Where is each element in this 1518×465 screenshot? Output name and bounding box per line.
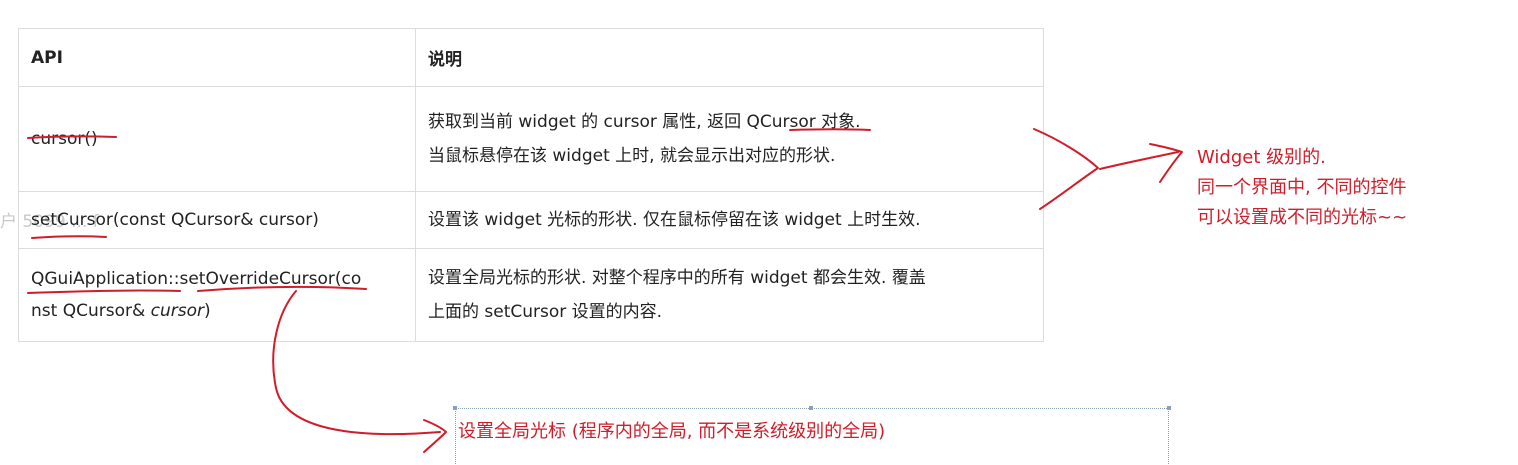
api-name: cursor() xyxy=(31,129,98,149)
resize-handle[interactable] xyxy=(453,406,457,410)
desc-line: 设置该 widget 光标的形状. 仅在鼠标停留在该 widget 上时生效. xyxy=(428,210,921,230)
desc-line: 上面的 setCursor 设置的内容. xyxy=(428,302,663,322)
note-line: Widget 级别的. xyxy=(1197,147,1326,168)
api-cell: QGuiApplication::setOverrideCursor(co ns… xyxy=(18,248,416,342)
column-header-desc: 说明 xyxy=(415,28,1044,87)
table-row: cursor() 获取到当前 widget 的 cursor 属性, 返回 QC… xyxy=(18,86,1044,192)
note-global-cursor[interactable]: 设置全局光标 (程序内的全局, 而不是系统级别的全局) xyxy=(458,417,885,447)
desc-line: 当鼠标悬停在该 widget 上时, 就会显示出对应的形状. xyxy=(428,146,836,166)
arrow-line-right xyxy=(1099,151,1179,170)
arrow-head-bottom xyxy=(423,419,447,453)
resize-handle[interactable] xyxy=(1167,406,1171,410)
table-row: setCursor(const QCursor& cursor) 设置该 wid… xyxy=(18,191,1044,249)
api-cell: setCursor(const QCursor& cursor) xyxy=(18,191,416,249)
desc-line: 获取到当前 widget 的 cursor 属性, 返回 QCursor 对象. xyxy=(428,112,861,132)
note-line: 可以设置成不同的光标~~ xyxy=(1197,207,1408,228)
api-table: API 说明 cursor() 获取到当前 widget 的 cursor 属性… xyxy=(18,28,1044,342)
api-cell: cursor() xyxy=(18,86,416,192)
table-row: QGuiApplication::setOverrideCursor(co ns… xyxy=(18,248,1044,342)
resize-handle[interactable] xyxy=(809,406,813,410)
api-name-line2-suffix: ) xyxy=(203,301,211,321)
arrow-head-right xyxy=(1149,143,1183,183)
note-line: 同一个界面中, 不同的控件 xyxy=(1197,177,1407,198)
api-name-line2: nst QCursor& cursor) xyxy=(31,295,403,327)
desc-cell: 设置全局光标的形状. 对整个程序中的所有 widget 都会生效. 覆盖 上面的… xyxy=(415,248,1044,342)
api-param-name: cursor xyxy=(150,301,204,321)
column-header-api: API xyxy=(18,28,416,87)
api-name-line2-prefix: nst QCursor& xyxy=(31,301,151,321)
page-canvas: 户 5099 ... f API 说明 cursor() 获取到当前 widge… xyxy=(0,0,1518,465)
api-name: setCursor(const QCursor& cursor) xyxy=(31,210,319,230)
desc-line: 设置全局光标的形状. 对整个程序中的所有 widget 都会生效. 覆盖 xyxy=(428,268,926,288)
desc-cell: 设置该 widget 光标的形状. 仅在鼠标停留在该 widget 上时生效. xyxy=(415,191,1044,249)
table-header-row: API 说明 xyxy=(18,28,1044,87)
desc-cell: 获取到当前 widget 的 cursor 属性, 返回 QCursor 对象.… xyxy=(415,86,1044,192)
note-widget-level: Widget 级别的. 同一个界面中, 不同的控件 可以设置成不同的光标~~ xyxy=(1197,143,1407,233)
api-name-line1: QGuiApplication::setOverrideCursor(co xyxy=(31,269,362,289)
